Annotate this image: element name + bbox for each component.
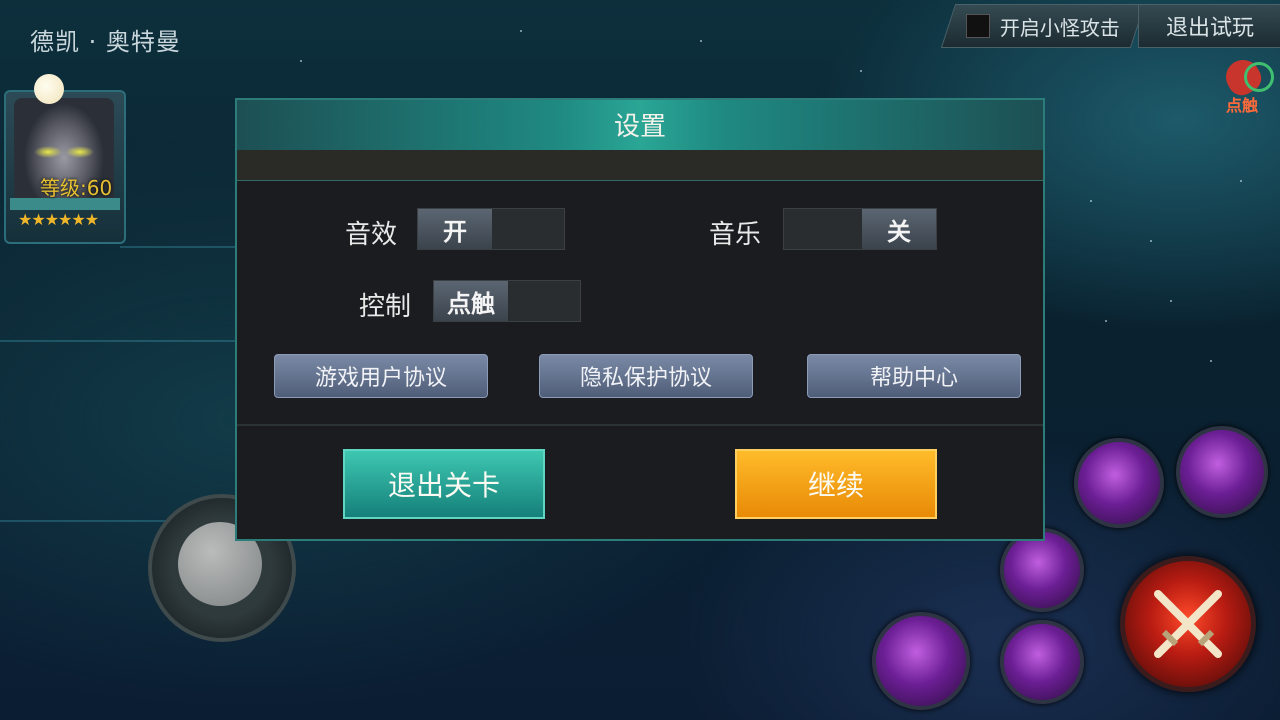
user-agreement-button[interactable]: 游戏用户协议 xyxy=(274,354,488,398)
skill-button-4[interactable] xyxy=(872,612,970,710)
dialog-subbar xyxy=(237,150,1043,181)
tap-label: 点触 xyxy=(1226,96,1259,115)
exit-level-button[interactable]: 退出关卡 xyxy=(343,449,545,519)
level-label: 等级:60 xyxy=(40,176,113,200)
music-toggle[interactable]: 关 xyxy=(783,208,937,250)
checkbox[interactable] xyxy=(966,14,990,38)
music-value: 关 xyxy=(862,209,936,249)
floor-edge xyxy=(120,246,240,248)
status-orb xyxy=(34,74,64,104)
avatar[interactable]: ★★★★★★ xyxy=(4,90,126,244)
exit-trial-button[interactable]: 退出试玩 xyxy=(1138,4,1280,48)
privacy-agreement-button[interactable]: 隐私保护协议 xyxy=(539,354,753,398)
tap-indicator[interactable]: 点触 xyxy=(1218,53,1274,115)
settings-dialog: 设置 音效 开 音乐 关 控制 点触 游戏用户协议 隐私保护协议 帮助中心 退出… xyxy=(235,98,1045,541)
player-name: 德凯 · 奥特曼 xyxy=(30,28,181,56)
attack-button[interactable] xyxy=(1120,556,1256,692)
continue-button[interactable]: 继续 xyxy=(735,449,937,519)
control-label: 控制 xyxy=(359,292,412,322)
skill-button-2[interactable] xyxy=(1176,426,1268,518)
sound-effects-toggle[interactable]: 开 xyxy=(417,208,565,250)
sound-effects-label: 音效 xyxy=(345,220,398,250)
divider xyxy=(237,424,1043,426)
skill-button-5[interactable] xyxy=(1000,620,1084,704)
music-label: 音乐 xyxy=(709,220,762,250)
sound-effects-value: 开 xyxy=(418,209,492,249)
control-toggle[interactable]: 点触 xyxy=(433,280,581,322)
ring-icon xyxy=(1244,62,1274,92)
crossed-swords-icon xyxy=(1154,590,1222,658)
dialog-header: 设置 xyxy=(237,100,1043,150)
skill-button-1[interactable] xyxy=(1074,438,1164,528)
help-center-button[interactable]: 帮助中心 xyxy=(807,354,1021,398)
monster-attack-label: 开启小怪攻击 xyxy=(1000,15,1120,40)
dialog-title: 设置 xyxy=(613,112,666,142)
rank-stars: ★★★★★★ xyxy=(18,210,99,229)
control-value: 点触 xyxy=(434,281,508,321)
floor-edge xyxy=(0,340,240,342)
monster-attack-toggle[interactable]: 开启小怪攻击 xyxy=(940,4,1146,48)
